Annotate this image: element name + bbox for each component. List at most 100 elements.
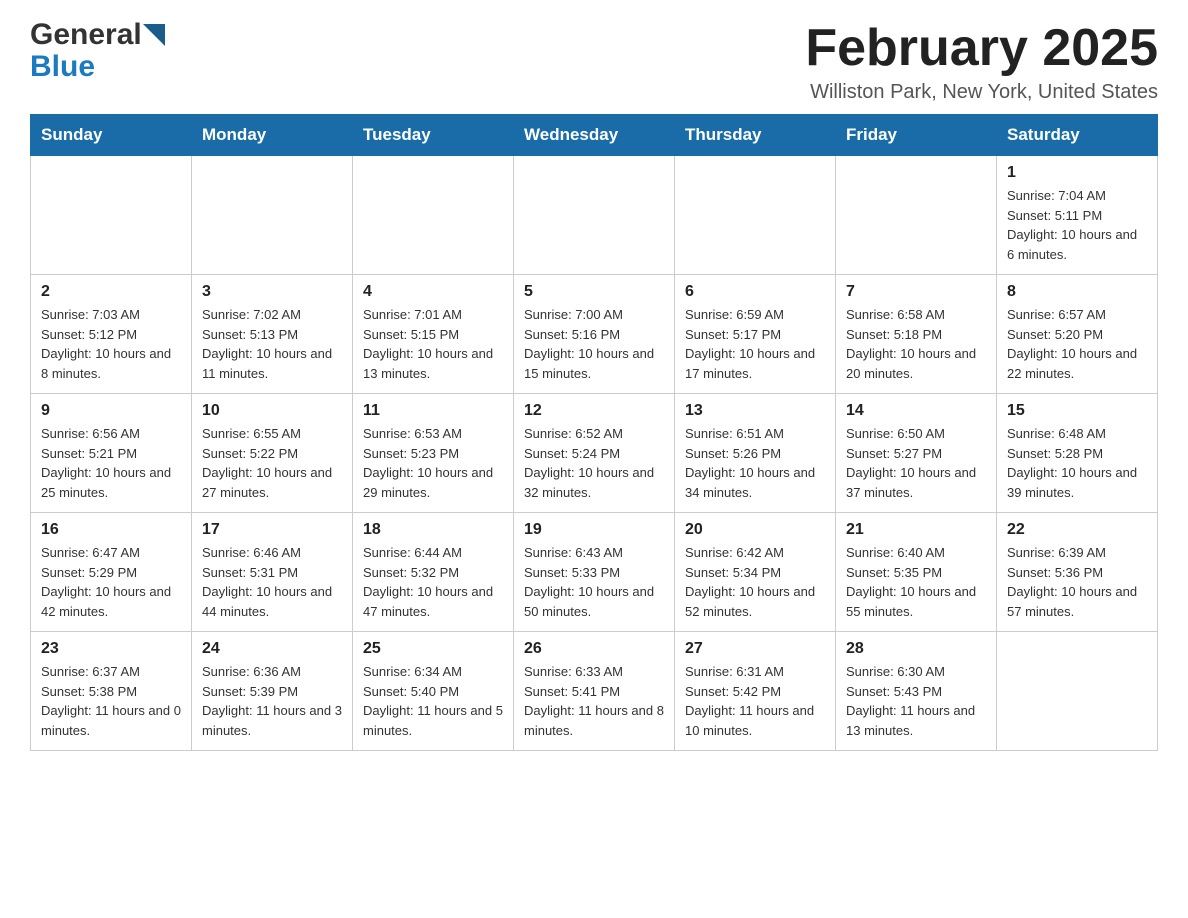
- day-number: 10: [202, 402, 342, 420]
- day-number: 28: [846, 640, 986, 658]
- calendar-cell: 28 Sunrise: 6:30 AMSunset: 5:43 PMDayligh…: [836, 632, 997, 751]
- calendar-cell: [836, 156, 997, 275]
- day-info: Sunrise: 6:57 AMSunset: 5:20 PMDaylight:…: [1007, 305, 1147, 383]
- day-number: 23: [41, 640, 181, 658]
- calendar-week-row: 16 Sunrise: 6:47 AMSunset: 5:29 PMDayligh…: [31, 513, 1158, 632]
- day-info: Sunrise: 6:48 AMSunset: 5:28 PMDaylight:…: [1007, 424, 1147, 502]
- day-info: Sunrise: 6:44 AMSunset: 5:32 PMDaylight:…: [363, 543, 503, 621]
- calendar-cell: 24 Sunrise: 6:36 AMSunset: 5:39 PMDayligh…: [192, 632, 353, 751]
- calendar-cell: 12 Sunrise: 6:52 AMSunset: 5:24 PMDayligh…: [514, 394, 675, 513]
- calendar-cell: 8 Sunrise: 6:57 AMSunset: 5:20 PMDaylight…: [997, 275, 1158, 394]
- day-number: 9: [41, 402, 181, 420]
- day-number: 18: [363, 521, 503, 539]
- day-info: Sunrise: 7:02 AMSunset: 5:13 PMDaylight:…: [202, 305, 342, 383]
- calendar-cell: 25 Sunrise: 6:34 AMSunset: 5:40 PMDayligh…: [353, 632, 514, 751]
- calendar-cell: 26 Sunrise: 6:33 AMSunset: 5:41 PMDayligh…: [514, 632, 675, 751]
- calendar-header: Sunday Monday Tuesday Wednesday Thursday…: [31, 115, 1158, 156]
- day-info: Sunrise: 6:33 AMSunset: 5:41 PMDaylight:…: [524, 662, 664, 740]
- header-sunday: Sunday: [31, 115, 192, 156]
- day-info: Sunrise: 6:47 AMSunset: 5:29 PMDaylight:…: [41, 543, 181, 621]
- day-number: 3: [202, 283, 342, 301]
- day-number: 17: [202, 521, 342, 539]
- calendar-cell: 22Sunrise: 6:39 AMSunset: 5:36 PMDayligh…: [997, 513, 1158, 632]
- calendar-week-row: 2 Sunrise: 7:03 AMSunset: 5:12 PMDaylight…: [31, 275, 1158, 394]
- day-info: Sunrise: 6:46 AMSunset: 5:31 PMDaylight:…: [202, 543, 342, 621]
- day-number: 8: [1007, 283, 1147, 301]
- day-number: 20: [685, 521, 825, 539]
- day-info: Sunrise: 6:52 AMSunset: 5:24 PMDaylight:…: [524, 424, 664, 502]
- day-info: Sunrise: 6:59 AMSunset: 5:17 PMDaylight:…: [685, 305, 825, 383]
- day-info: Sunrise: 6:50 AMSunset: 5:27 PMDaylight:…: [846, 424, 986, 502]
- day-info: Sunrise: 6:42 AMSunset: 5:34 PMDaylight:…: [685, 543, 825, 621]
- calendar-cell: [997, 632, 1158, 751]
- day-info: Sunrise: 6:58 AMSunset: 5:18 PMDaylight:…: [846, 305, 986, 383]
- calendar-cell: 11 Sunrise: 6:53 AMSunset: 5:23 PMDayligh…: [353, 394, 514, 513]
- day-number: 22: [1007, 521, 1147, 539]
- day-info: Sunrise: 6:51 AMSunset: 5:26 PMDaylight:…: [685, 424, 825, 502]
- calendar-cell: 27 Sunrise: 6:31 AMSunset: 5:42 PMDayligh…: [675, 632, 836, 751]
- calendar-week-row: 23Sunrise: 6:37 AMSunset: 5:38 PMDayligh…: [31, 632, 1158, 751]
- calendar-cell: 19 Sunrise: 6:43 AMSunset: 5:33 PMDayligh…: [514, 513, 675, 632]
- day-number: 24: [202, 640, 342, 658]
- title-area: February 2025 Williston Park, New York, …: [805, 20, 1158, 104]
- calendar-cell: 6 Sunrise: 6:59 AMSunset: 5:17 PMDaylight…: [675, 275, 836, 394]
- day-number: 15: [1007, 402, 1147, 420]
- logo-general-text: General: [30, 20, 142, 50]
- calendar-cell: 4Sunrise: 7:01 AMSunset: 5:15 PMDaylight…: [353, 275, 514, 394]
- day-number: 5: [524, 283, 664, 301]
- logo-triangle-icon: [143, 24, 165, 46]
- calendar-table: Sunday Monday Tuesday Wednesday Thursday…: [30, 114, 1158, 751]
- header-row: Sunday Monday Tuesday Wednesday Thursday…: [31, 115, 1158, 156]
- day-number: 19: [524, 521, 664, 539]
- day-number: 26: [524, 640, 664, 658]
- calendar-week-row: 1 Sunrise: 7:04 AMSunset: 5:11 PMDaylight…: [31, 156, 1158, 275]
- day-number: 11: [363, 402, 503, 420]
- header-saturday: Saturday: [997, 115, 1158, 156]
- header-monday: Monday: [192, 115, 353, 156]
- location-text: Williston Park, New York, United States: [805, 81, 1158, 104]
- day-number: 13: [685, 402, 825, 420]
- day-number: 16: [41, 521, 181, 539]
- day-info: Sunrise: 6:56 AMSunset: 5:21 PMDaylight:…: [41, 424, 181, 502]
- day-number: 27: [685, 640, 825, 658]
- day-number: 2: [41, 283, 181, 301]
- day-number: 4: [363, 283, 503, 301]
- header-friday: Friday: [836, 115, 997, 156]
- day-number: 14: [846, 402, 986, 420]
- calendar-cell: 9 Sunrise: 6:56 AMSunset: 5:21 PMDaylight…: [31, 394, 192, 513]
- day-info: Sunrise: 6:36 AMSunset: 5:39 PMDaylight:…: [202, 662, 342, 740]
- calendar-cell: 3 Sunrise: 7:02 AMSunset: 5:13 PMDaylight…: [192, 275, 353, 394]
- header-tuesday: Tuesday: [353, 115, 514, 156]
- day-info: Sunrise: 6:53 AMSunset: 5:23 PMDaylight:…: [363, 424, 503, 502]
- day-number: 21: [846, 521, 986, 539]
- month-title: February 2025: [805, 20, 1158, 77]
- header-wednesday: Wednesday: [514, 115, 675, 156]
- calendar-cell: 18 Sunrise: 6:44 AMSunset: 5:32 PMDayligh…: [353, 513, 514, 632]
- calendar-body: 1 Sunrise: 7:04 AMSunset: 5:11 PMDaylight…: [31, 156, 1158, 751]
- calendar-cell: 2 Sunrise: 7:03 AMSunset: 5:12 PMDaylight…: [31, 275, 192, 394]
- day-number: 25: [363, 640, 503, 658]
- page-header: General Blue February 2025 Williston Par…: [30, 20, 1158, 104]
- calendar-cell: [353, 156, 514, 275]
- calendar-cell: 20 Sunrise: 6:42 AMSunset: 5:34 PMDayligh…: [675, 513, 836, 632]
- calendar-cell: [514, 156, 675, 275]
- calendar-cell: [675, 156, 836, 275]
- calendar-cell: 10 Sunrise: 6:55 AMSunset: 5:22 PMDayligh…: [192, 394, 353, 513]
- day-number: 1: [1007, 164, 1147, 182]
- day-number: 6: [685, 283, 825, 301]
- day-info: Sunrise: 6:40 AMSunset: 5:35 PMDaylight:…: [846, 543, 986, 621]
- day-info: Sunrise: 6:43 AMSunset: 5:33 PMDaylight:…: [524, 543, 664, 621]
- calendar-cell: 5Sunrise: 7:00 AMSunset: 5:16 PMDaylight…: [514, 275, 675, 394]
- day-info: Sunrise: 6:34 AMSunset: 5:40 PMDaylight:…: [363, 662, 503, 740]
- day-info: Sunrise: 7:03 AMSunset: 5:12 PMDaylight:…: [41, 305, 181, 383]
- day-info: Sunrise: 6:55 AMSunset: 5:22 PMDaylight:…: [202, 424, 342, 502]
- day-info: Sunrise: 7:04 AMSunset: 5:11 PMDaylight:…: [1007, 186, 1147, 264]
- day-info: Sunrise: 6:30 AMSunset: 5:43 PMDaylight:…: [846, 662, 986, 740]
- header-thursday: Thursday: [675, 115, 836, 156]
- day-number: 7: [846, 283, 986, 301]
- calendar-cell: 13 Sunrise: 6:51 AMSunset: 5:26 PMDayligh…: [675, 394, 836, 513]
- calendar-cell: 16 Sunrise: 6:47 AMSunset: 5:29 PMDayligh…: [31, 513, 192, 632]
- calendar-cell: 1 Sunrise: 7:04 AMSunset: 5:11 PMDaylight…: [997, 156, 1158, 275]
- day-number: 12: [524, 402, 664, 420]
- day-info: Sunrise: 6:31 AMSunset: 5:42 PMDaylight:…: [685, 662, 825, 740]
